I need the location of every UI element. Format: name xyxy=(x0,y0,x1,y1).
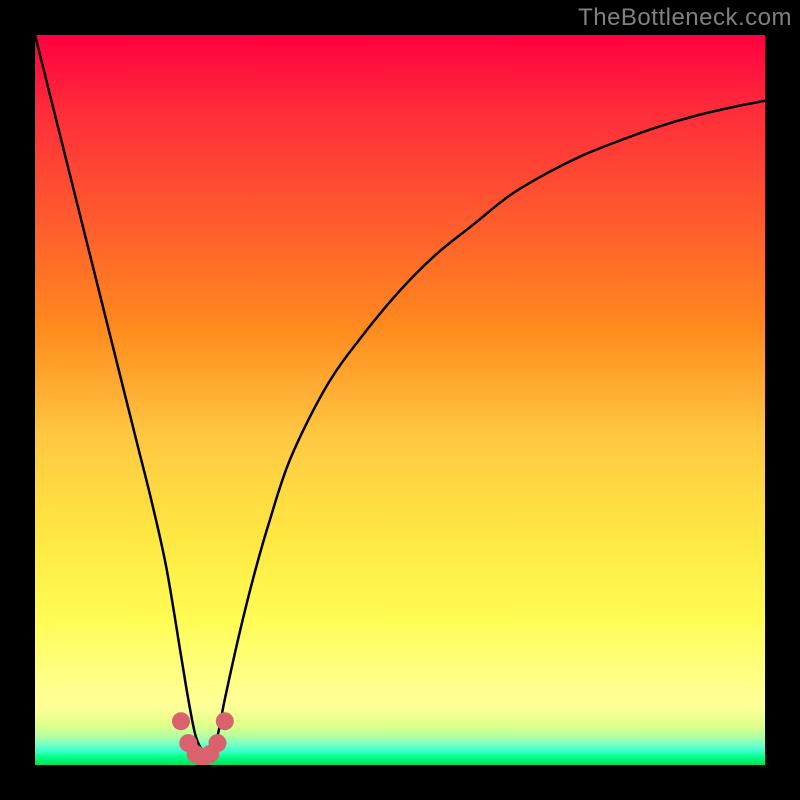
watermark-text: TheBottleneck.com xyxy=(578,4,792,32)
chart-frame: TheBottleneck.com xyxy=(0,0,800,800)
highlight-dot xyxy=(209,734,227,752)
highlight-dot xyxy=(216,712,234,730)
highlight-dot xyxy=(172,712,190,730)
bottleneck-curve xyxy=(35,35,765,765)
curve-line xyxy=(35,35,765,752)
plot-area xyxy=(35,35,765,765)
highlight-dots xyxy=(172,712,234,765)
